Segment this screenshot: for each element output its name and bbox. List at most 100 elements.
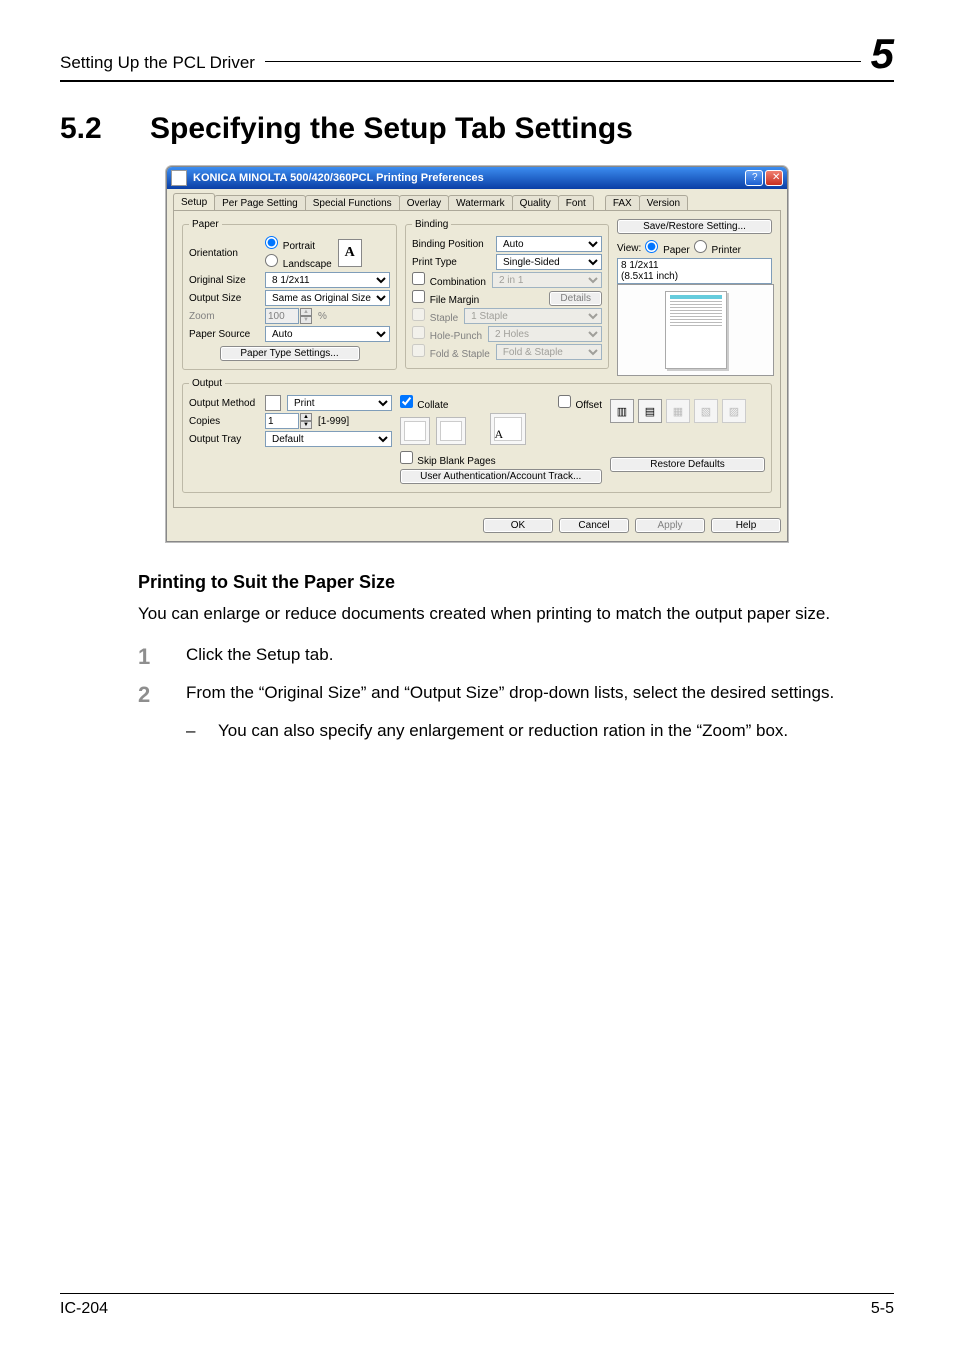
output-method-label: Output Method: [189, 398, 259, 409]
offset-label: Offset: [576, 400, 603, 411]
copies-range: [1-999]: [318, 416, 349, 427]
tab-fax[interactable]: FAX: [605, 195, 640, 211]
group-output-legend: Output: [189, 378, 225, 389]
file-margin-checkbox[interactable]: [412, 290, 425, 303]
zoom-percent: %: [318, 311, 327, 322]
skip-blank-pages-check[interactable]: Skip Blank Pages: [400, 451, 496, 467]
orientation-landscape[interactable]: Landscape: [265, 254, 332, 270]
collate-icon-1: [400, 417, 430, 445]
titlebar-help-button[interactable]: ?: [745, 170, 763, 186]
combination-check[interactable]: Combination: [412, 272, 486, 288]
printing-preferences-dialog: KONICA MINOLTA 500/420/360PCL Printing P…: [166, 166, 788, 542]
print-type-label: Print Type: [412, 257, 490, 268]
user-authentication-button[interactable]: User Authentication/Account Track...: [400, 469, 603, 484]
zoom-spin-down: ▼: [300, 316, 312, 324]
tab-setup[interactable]: Setup: [173, 193, 215, 210]
subheading: Printing to Suit the Paper Size: [138, 572, 884, 593]
tab-per-page-setting[interactable]: Per Page Setting: [214, 195, 306, 211]
orientation-landscape-radio[interactable]: [265, 254, 278, 267]
print-type-select[interactable]: Single-Sided: [496, 254, 602, 270]
original-size-select[interactable]: 8 1/2x11: [265, 272, 390, 288]
footer-right: 5-5: [871, 1300, 894, 1318]
view-paper-text: Paper: [663, 245, 690, 256]
offset-icon: A: [490, 413, 526, 445]
hole-punch-label: Hole-Punch: [430, 331, 482, 342]
output-method-icon: [265, 395, 281, 411]
staple-label: Staple: [430, 313, 458, 324]
view-paper-option[interactable]: Paper: [645, 240, 689, 256]
copies-spin-up[interactable]: ▲: [300, 413, 312, 421]
group-binding-legend: Binding: [412, 219, 451, 230]
view-printer-option[interactable]: Printer: [694, 240, 741, 256]
dialog-titlebar[interactable]: KONICA MINOLTA 500/420/360PCL Printing P…: [167, 167, 787, 189]
preview-size-b: (8.5x11 inch): [621, 271, 768, 282]
output-tray-label: Output Tray: [189, 434, 259, 445]
output-tray-select[interactable]: Default: [265, 431, 392, 447]
zoom-input: [265, 308, 299, 324]
restore-defaults-button[interactable]: Restore Defaults: [610, 457, 765, 472]
collate-checkbox[interactable]: [400, 395, 413, 408]
apply-button[interactable]: Apply: [635, 518, 705, 533]
combination-checkbox[interactable]: [412, 272, 425, 285]
paper-source-select[interactable]: Auto: [265, 326, 390, 342]
tab-strip: Setup Per Page Setting Special Functions…: [167, 189, 787, 210]
copies-spin-down[interactable]: ▼: [300, 421, 312, 429]
paper-type-settings-button[interactable]: Paper Type Settings...: [220, 346, 360, 361]
save-restore-setting-button[interactable]: Save/Restore Setting...: [617, 219, 772, 234]
preview-size-a: 8 1/2x11: [621, 260, 768, 271]
skip-blank-pages-checkbox[interactable]: [400, 451, 413, 464]
help-button[interactable]: Help: [711, 518, 781, 533]
titlebar-close-button[interactable]: ✕: [765, 170, 783, 186]
combination-label: Combination: [430, 277, 486, 288]
orientation-portrait-radio[interactable]: [265, 236, 278, 249]
feature-icon-1: ▥: [610, 399, 634, 423]
tab-version[interactable]: Version: [639, 195, 688, 211]
step-2-substep-text: You can also specify any enlargement or …: [218, 720, 788, 743]
dialog-title: KONICA MINOLTA 500/420/360PCL Printing P…: [193, 172, 484, 184]
step-1: 1 Click the Setup tab.: [138, 644, 884, 670]
step-2: 2 From the “Original Size” and “Output S…: [138, 682, 884, 708]
file-margin-check[interactable]: File Margin: [412, 290, 479, 306]
collate-label: Collate: [417, 400, 448, 411]
hole-punch-select: 2 Holes: [488, 326, 602, 342]
tab-font[interactable]: Font: [558, 195, 594, 211]
cancel-button[interactable]: Cancel: [559, 518, 629, 533]
view-printer-radio[interactable]: [694, 240, 707, 253]
step-2-text: From the “Original Size” and “Output Siz…: [186, 682, 834, 708]
output-size-select[interactable]: Same as Original Size: [265, 290, 390, 306]
tab-special-functions[interactable]: Special Functions: [305, 195, 400, 211]
orientation-portrait[interactable]: Portrait: [265, 236, 332, 252]
output-method-select[interactable]: Print: [287, 395, 392, 411]
offset-check[interactable]: Offset: [558, 395, 602, 411]
file-margin-label: File Margin: [430, 295, 479, 306]
ok-button[interactable]: OK: [483, 518, 553, 533]
tab-watermark[interactable]: Watermark: [448, 195, 513, 211]
feature-icon-4: ▧: [694, 399, 718, 423]
group-output: Output Output Method Print Cop: [182, 378, 772, 493]
collate-check[interactable]: Collate: [400, 395, 449, 411]
dialog-bottom-buttons: OK Cancel Apply Help: [167, 514, 787, 541]
orientation-landscape-text: Landscape: [283, 259, 332, 270]
tab-quality[interactable]: Quality: [512, 195, 559, 211]
output-size-label: Output Size: [189, 293, 259, 304]
view-paper-radio[interactable]: [645, 240, 658, 253]
fold-staple-check: Fold & Staple: [412, 344, 490, 360]
binding-position-select[interactable]: Auto: [496, 236, 602, 252]
paper-source-label: Paper Source: [189, 329, 259, 340]
footer-left: IC-204: [60, 1300, 108, 1318]
tab-overlay[interactable]: Overlay: [399, 195, 449, 211]
staple-check: Staple: [412, 308, 458, 324]
running-head-text: Setting Up the PCL Driver: [60, 53, 255, 73]
step-2-number: 2: [138, 682, 160, 708]
copies-input[interactable]: [265, 413, 299, 429]
binding-position-label: Binding Position: [412, 239, 490, 250]
step-1-text: Click the Setup tab.: [186, 644, 333, 670]
running-header: Setting Up the PCL Driver 5: [60, 30, 894, 78]
zoom-spin-up: ▲: [300, 308, 312, 316]
hole-punch-checkbox: [412, 326, 425, 339]
orientation-portrait-text: Portrait: [283, 241, 315, 252]
section-heading: 5.2 Specifying the Setup Tab Settings: [60, 112, 894, 146]
group-binding: Binding Binding Position Auto Print Type: [405, 219, 609, 369]
offset-checkbox[interactable]: [558, 395, 571, 408]
substep-dash: –: [186, 720, 202, 743]
